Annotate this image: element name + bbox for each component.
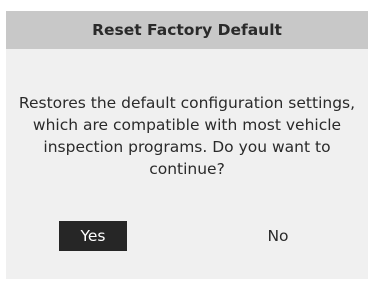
dialog-message: Restores the default configuration setti…: [18, 94, 356, 178]
dialog-title: Reset Factory Default: [92, 21, 282, 39]
reset-factory-default-dialog: Reset Factory Default Restores the defau…: [6, 11, 368, 279]
dialog-title-bar: Reset Factory Default: [6, 11, 368, 49]
no-button[interactable]: No: [244, 221, 312, 251]
yes-button[interactable]: Yes: [59, 221, 127, 251]
